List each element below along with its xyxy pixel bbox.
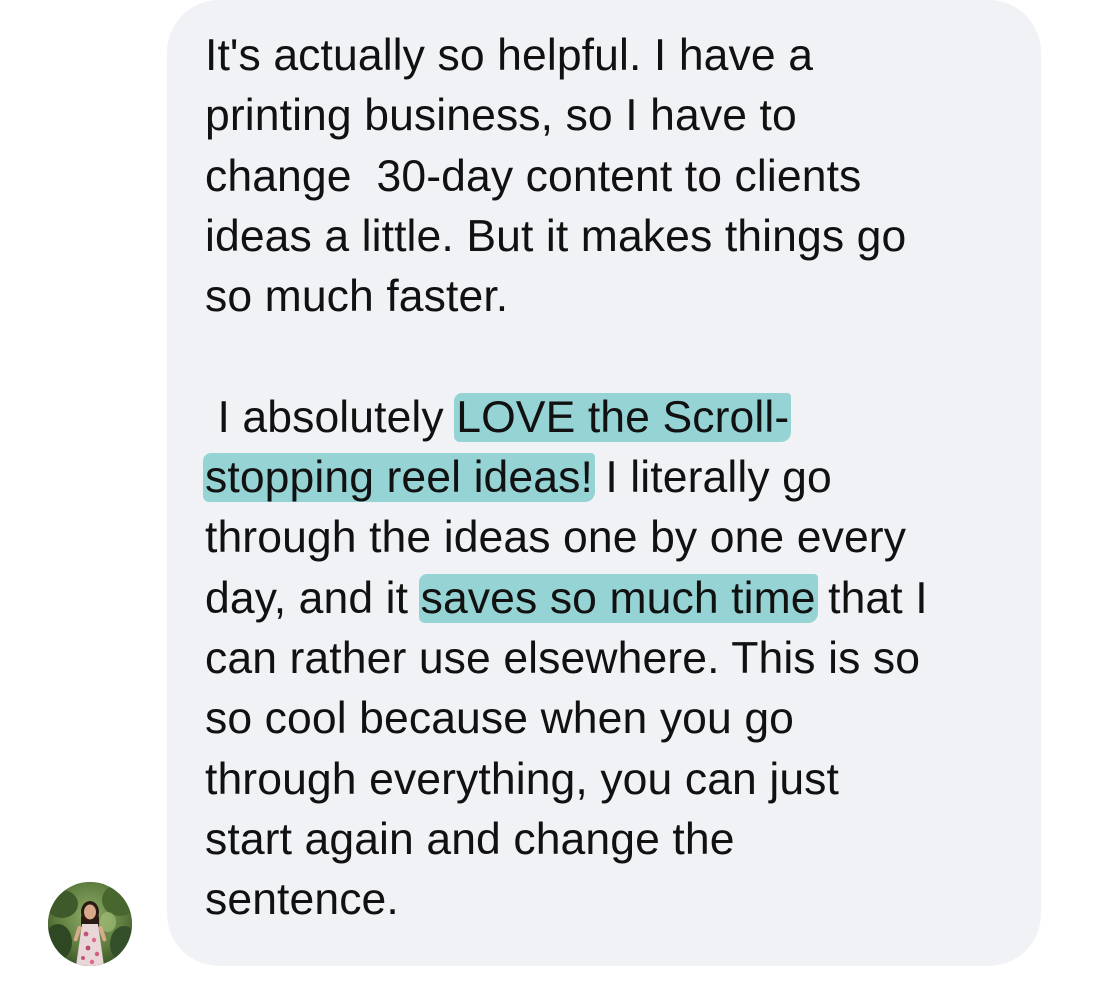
message-line: ideas a little. But it makes things go: [205, 211, 907, 261]
message-line: change 30-day content to clients: [205, 151, 862, 201]
highlighted-phrase: saves so much time: [418, 573, 818, 623]
message-text-segment: that I: [815, 573, 928, 623]
profile-photo-icon: [48, 882, 132, 966]
message-line: through everything, you can just: [205, 754, 840, 804]
message-line: printing business, so I have to: [205, 91, 797, 141]
message-text-segment: day, and it: [205, 573, 421, 623]
message-line: It's actually so helpful. I have a: [205, 31, 814, 80]
message-line: day, and it saves so much time that I: [205, 569, 1025, 629]
message-line: so cool because when you go: [205, 694, 795, 744]
message-line: so much faster.: [205, 272, 509, 322]
message-line: through the ideas one by one every: [205, 513, 907, 563]
message-line: sentence.: [205, 875, 399, 925]
message-text-segment: I literally go: [592, 453, 832, 503]
message-line: can rather use elsewhere. This is so: [205, 633, 921, 683]
message-text-segment: I absolutely: [205, 392, 457, 442]
highlighted-phrase: LOVE the Scroll-: [454, 392, 792, 442]
message-line: I absolutely LOVE the Scroll-: [205, 388, 1025, 448]
avatar[interactable]: [48, 882, 132, 966]
message-line: start again and change the: [205, 814, 735, 864]
highlighted-phrase: stopping reel ideas!: [203, 453, 595, 503]
message-line: stopping reel ideas! I literally go: [203, 448, 1025, 508]
message-text: It's actually so helpful. I have a print…: [203, 26, 1025, 930]
